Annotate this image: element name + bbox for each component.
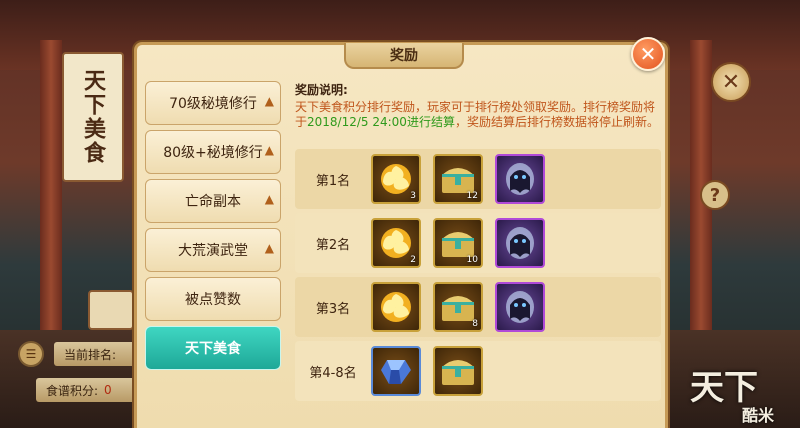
tab-dahuang-martial-hall[interactable]: 大荒演武堂 ▲	[145, 228, 281, 272]
tab-death-dungeon[interactable]: 亡命副本 ▲	[145, 179, 281, 223]
description-part2: ，奖励结算后排行榜数据将停止刷新。	[454, 115, 659, 129]
ghost-spirit-icon[interactable]	[495, 282, 545, 332]
side-help-icon[interactable]: ?	[700, 180, 730, 210]
treasure-chest-icon[interactable]: 10	[433, 218, 483, 268]
tab-label: 80级+秘境修行	[163, 145, 263, 161]
shop-banner: 天下美食	[62, 52, 124, 182]
item-count: 2	[410, 255, 416, 265]
tab-label: 70级秘境修行	[169, 96, 257, 112]
side-close-icon[interactable]: ✕	[711, 62, 751, 102]
chevron-up-icon: ▲	[264, 192, 274, 206]
chevron-up-icon: ▲	[264, 143, 274, 157]
rank-reward-row: 第4-8名	[295, 341, 661, 401]
rank-reward-row: 第2名 2 10	[295, 213, 661, 273]
item-count: 12	[466, 191, 478, 201]
tab-world-cuisine[interactable]: 天下美食	[145, 326, 281, 370]
current-rank-label: 当前排名:	[54, 342, 142, 366]
reward-description: 奖励说明: 天下美食积分排行奖励，玩家可于排行榜处领取奖励。排行榜奖励将于201…	[295, 81, 661, 130]
description-title: 奖励说明:	[295, 83, 348, 97]
current-rank-row: ☰ 当前排名:	[18, 340, 142, 368]
settlement-date: 2018/12/5 24:00进行结算	[307, 115, 455, 129]
description-text: 天下美食积分排行奖励，玩家可于排行榜处领取奖励。排行榜奖励将于2018/12/5…	[295, 100, 661, 130]
tab-label: 大荒演武堂	[178, 243, 248, 259]
tab-label: 亡命副本	[185, 194, 241, 210]
item-count: 8	[472, 319, 478, 329]
tab-80-realm-training[interactable]: 80级+秘境修行 ▲	[145, 130, 281, 174]
category-tabs: 70级秘境修行 ▲ 80级+秘境修行 ▲ 亡命副本 ▲ 大荒演武堂 ▲ 被点赞数…	[145, 81, 281, 375]
scroll-decoration	[88, 290, 134, 330]
recipe-score-row: 食谱积分: 0	[36, 378, 138, 402]
tab-label: 被点赞数	[185, 292, 241, 308]
blue-crystal-icon[interactable]	[371, 346, 421, 396]
close-icon: ✕	[639, 42, 657, 66]
gold-spiral-icon[interactable]: 3	[371, 154, 421, 204]
rank-name: 第4-8名	[309, 365, 357, 381]
rank-badge-icon: ☰	[18, 341, 44, 367]
rank-name: 第3名	[315, 301, 351, 317]
close-button[interactable]: ✕	[631, 37, 665, 71]
reward-modal: 奖励 ✕ 70级秘境修行 ▲ 80级+秘境修行 ▲ 亡命副本 ▲ 大荒演武堂 ▲…	[134, 37, 668, 428]
rank-reward-row: 第3名 8	[295, 277, 661, 337]
item-count: 3	[410, 191, 416, 201]
rank-name: 第2名	[315, 237, 351, 253]
treasure-chest-icon[interactable]: 12	[433, 154, 483, 204]
gold-spiral-icon[interactable]: 2	[371, 218, 421, 268]
tab-label: 天下美食	[185, 341, 241, 357]
rank-reward-list: 第1名 3 12 第2名 2 10 第3名 8 第4-8名	[295, 149, 661, 405]
recipe-score-value: 0	[104, 383, 112, 397]
ghost-spirit-icon[interactable]	[495, 218, 545, 268]
item-count: 10	[466, 255, 478, 265]
chevron-up-icon: ▲	[264, 94, 274, 108]
tab-likes-received[interactable]: 被点赞数	[145, 277, 281, 321]
rank-name: 第1名	[315, 173, 351, 189]
tab-70-realm-training[interactable]: 70级秘境修行 ▲	[145, 81, 281, 125]
rank-reward-row: 第1名 3 12	[295, 149, 661, 209]
recipe-score-label: 食谱积分:	[46, 383, 99, 398]
treasure-chest-icon[interactable]: 8	[433, 282, 483, 332]
ghost-spirit-icon[interactable]	[495, 154, 545, 204]
modal-title: 奖励	[344, 43, 464, 69]
treasure-chest-icon[interactable]	[433, 346, 483, 396]
watermark-text: 酷米	[742, 406, 775, 425]
gold-spiral-icon[interactable]	[371, 282, 421, 332]
chevron-up-icon: ▲	[264, 241, 274, 255]
